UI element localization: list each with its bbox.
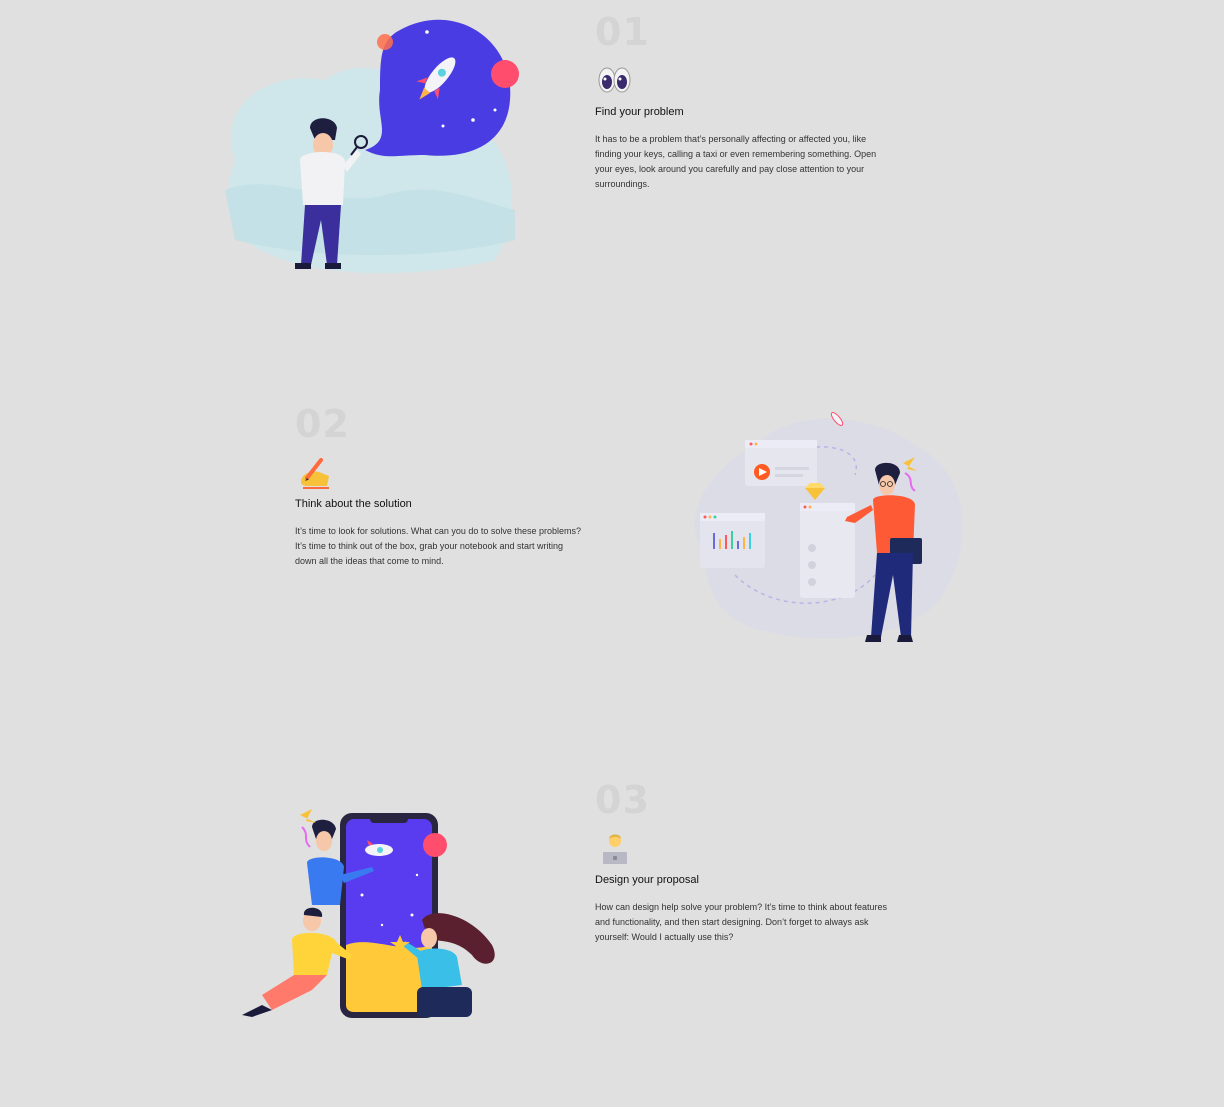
step-title: Find your problem [595,106,684,118]
illustration-think-solution [675,405,970,650]
step-description: How can design help solve your problem? … [595,902,887,942]
writing-hand-icon [295,452,335,492]
step-number: 01 [595,10,650,54]
illustration-find-problem [215,10,535,280]
step-2: 02 Think about the solution It’s time to… [295,404,585,569]
step-1: 01 Find your problem It has to be a prob… [595,12,895,192]
step-3: 03 Design your proposal How can design h… [595,780,890,945]
step-description: It has to be a problem that’s personally… [595,134,877,189]
step-description: It’s time to look for solutions. What ca… [295,526,581,566]
eyes-icon [595,60,635,100]
step-number: 02 [295,402,350,446]
step-number: 03 [595,778,650,822]
step-title: Design your proposal [595,874,699,886]
step-title: Think about the solution [295,498,412,510]
illustration-design-proposal [232,805,507,1027]
technologist-icon [595,828,635,868]
